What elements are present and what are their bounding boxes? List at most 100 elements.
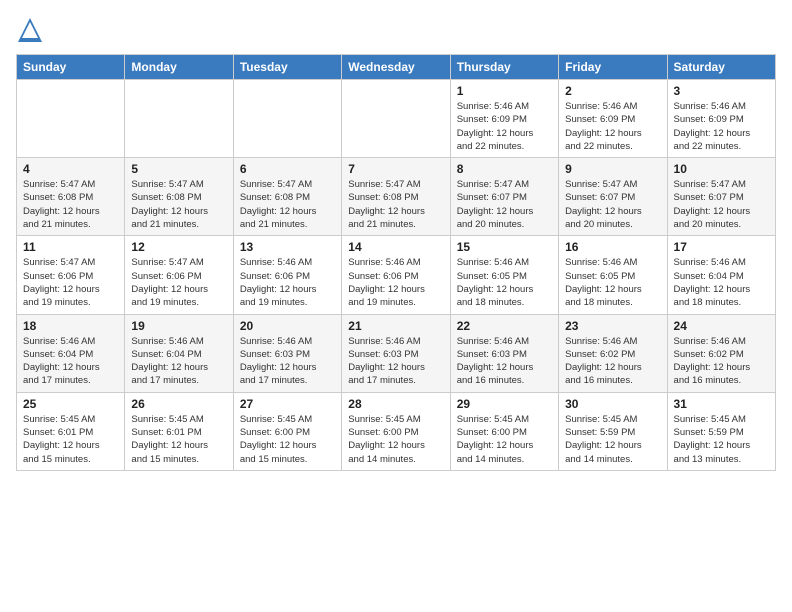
calendar-cell: 14 Sunrise: 5:46 AM Sunset: 6:06 PM Dayli… [342, 236, 450, 314]
cell-content: Sunrise: 5:46 AM Sunset: 6:04 PM Dayligh… [674, 256, 769, 309]
day-number: 31 [674, 397, 769, 411]
calendar-cell: 15 Sunrise: 5:46 AM Sunset: 6:05 PM Dayli… [450, 236, 558, 314]
calendar-cell [233, 80, 341, 158]
calendar-cell: 18 Sunrise: 5:46 AM Sunset: 6:04 PM Dayli… [17, 314, 125, 392]
calendar-week-3: 11 Sunrise: 5:47 AM Sunset: 6:06 PM Dayli… [17, 236, 776, 314]
cell-content: Sunrise: 5:45 AM Sunset: 6:01 PM Dayligh… [131, 413, 226, 466]
weekday-header-row: SundayMondayTuesdayWednesdayThursdayFrid… [17, 55, 776, 80]
day-number: 10 [674, 162, 769, 176]
day-number: 12 [131, 240, 226, 254]
day-number: 7 [348, 162, 443, 176]
cell-content: Sunrise: 5:46 AM Sunset: 6:09 PM Dayligh… [565, 100, 660, 153]
day-number: 18 [23, 319, 118, 333]
calendar-cell: 6Sunrise: 5:47 AM Sunset: 6:08 PM Daylig… [233, 158, 341, 236]
calendar-cell: 30 Sunrise: 5:45 AM Sunset: 5:59 PM Dayli… [559, 392, 667, 470]
cell-content: Sunrise: 5:46 AM Sunset: 6:02 PM Dayligh… [565, 335, 660, 388]
cell-content: Sunrise: 5:46 AM Sunset: 6:03 PM Dayligh… [348, 335, 443, 388]
day-number: 6 [240, 162, 335, 176]
cell-content: Sunrise: 5:46 AM Sunset: 6:06 PM Dayligh… [348, 256, 443, 309]
cell-content: Sunrise: 5:47 AM Sunset: 6:08 PM Dayligh… [348, 178, 443, 231]
weekday-header-saturday: Saturday [667, 55, 775, 80]
calendar-cell: 8Sunrise: 5:47 AM Sunset: 6:07 PM Daylig… [450, 158, 558, 236]
calendar-cell: 27 Sunrise: 5:45 AM Sunset: 6:00 PM Dayli… [233, 392, 341, 470]
calendar-table: SundayMondayTuesdayWednesdayThursdayFrid… [16, 54, 776, 471]
day-number: 13 [240, 240, 335, 254]
day-number: 22 [457, 319, 552, 333]
weekday-header-tuesday: Tuesday [233, 55, 341, 80]
calendar-cell: 26 Sunrise: 5:45 AM Sunset: 6:01 PM Dayli… [125, 392, 233, 470]
day-number: 16 [565, 240, 660, 254]
day-number: 25 [23, 397, 118, 411]
calendar-cell: 25Sunrise: 5:45 AM Sunset: 6:01 PM Dayli… [17, 392, 125, 470]
day-number: 4 [23, 162, 118, 176]
calendar-cell: 13 Sunrise: 5:46 AM Sunset: 6:06 PM Dayli… [233, 236, 341, 314]
calendar-cell: 23 Sunrise: 5:46 AM Sunset: 6:02 PM Dayli… [559, 314, 667, 392]
day-number: 17 [674, 240, 769, 254]
cell-content: Sunrise: 5:45 AM Sunset: 6:00 PM Dayligh… [348, 413, 443, 466]
cell-content: Sunrise: 5:46 AM Sunset: 6:02 PM Dayligh… [674, 335, 769, 388]
calendar-cell: 17 Sunrise: 5:46 AM Sunset: 6:04 PM Dayli… [667, 236, 775, 314]
day-number: 15 [457, 240, 552, 254]
calendar-cell: 24 Sunrise: 5:46 AM Sunset: 6:02 PM Dayli… [667, 314, 775, 392]
weekday-header-friday: Friday [559, 55, 667, 80]
day-number: 9 [565, 162, 660, 176]
calendar-cell [125, 80, 233, 158]
calendar-week-2: 4 Sunrise: 5:47 AM Sunset: 6:08 PM Daylig… [17, 158, 776, 236]
cell-content: Sunrise: 5:45 AM Sunset: 5:59 PM Dayligh… [565, 413, 660, 466]
calendar-cell: 1Sunrise: 5:46 AM Sunset: 6:09 PM Daylig… [450, 80, 558, 158]
day-number: 24 [674, 319, 769, 333]
day-number: 14 [348, 240, 443, 254]
cell-content: Sunrise: 5:47 AM Sunset: 6:07 PM Dayligh… [565, 178, 660, 231]
cell-content: Sunrise: 5:46 AM Sunset: 6:05 PM Dayligh… [565, 256, 660, 309]
calendar-cell: 29 Sunrise: 5:45 AM Sunset: 6:00 PM Dayli… [450, 392, 558, 470]
calendar-cell: 21 Sunrise: 5:46 AM Sunset: 6:03 PM Dayli… [342, 314, 450, 392]
calendar-cell: 10 Sunrise: 5:47 AM Sunset: 6:07 PM Dayli… [667, 158, 775, 236]
logo [16, 16, 48, 44]
day-number: 30 [565, 397, 660, 411]
day-number: 26 [131, 397, 226, 411]
calendar-cell: 7 Sunrise: 5:47 AM Sunset: 6:08 PM Daylig… [342, 158, 450, 236]
cell-content: Sunrise: 5:47 AM Sunset: 6:06 PM Dayligh… [23, 256, 118, 309]
cell-content: Sunrise: 5:46 AM Sunset: 6:05 PM Dayligh… [457, 256, 552, 309]
header [16, 16, 776, 44]
cell-content: Sunrise: 5:46 AM Sunset: 6:04 PM Dayligh… [23, 335, 118, 388]
calendar-cell [342, 80, 450, 158]
calendar-cell: 19 Sunrise: 5:46 AM Sunset: 6:04 PM Dayli… [125, 314, 233, 392]
calendar-cell: 16 Sunrise: 5:46 AM Sunset: 6:05 PM Dayli… [559, 236, 667, 314]
day-number: 21 [348, 319, 443, 333]
cell-content: Sunrise: 5:47 AM Sunset: 6:07 PM Dayligh… [674, 178, 769, 231]
cell-content: Sunrise: 5:46 AM Sunset: 6:09 PM Dayligh… [674, 100, 769, 153]
cell-content: Sunrise: 5:45 AM Sunset: 6:00 PM Dayligh… [457, 413, 552, 466]
calendar-cell [17, 80, 125, 158]
cell-content: Sunrise: 5:46 AM Sunset: 6:03 PM Dayligh… [457, 335, 552, 388]
cell-content: Sunrise: 5:47 AM Sunset: 6:06 PM Dayligh… [131, 256, 226, 309]
cell-content: Sunrise: 5:45 AM Sunset: 5:59 PM Dayligh… [674, 413, 769, 466]
cell-content: Sunrise: 5:46 AM Sunset: 6:09 PM Dayligh… [457, 100, 552, 153]
calendar-cell: 4 Sunrise: 5:47 AM Sunset: 6:08 PM Daylig… [17, 158, 125, 236]
cell-content: Sunrise: 5:45 AM Sunset: 6:00 PM Dayligh… [240, 413, 335, 466]
logo-icon [16, 16, 44, 44]
day-number: 3 [674, 84, 769, 98]
day-number: 27 [240, 397, 335, 411]
calendar-week-1: 1Sunrise: 5:46 AM Sunset: 6:09 PM Daylig… [17, 80, 776, 158]
day-number: 19 [131, 319, 226, 333]
day-number: 28 [348, 397, 443, 411]
cell-content: Sunrise: 5:47 AM Sunset: 6:08 PM Dayligh… [131, 178, 226, 231]
calendar-body: 1Sunrise: 5:46 AM Sunset: 6:09 PM Daylig… [17, 80, 776, 471]
cell-content: Sunrise: 5:46 AM Sunset: 6:04 PM Dayligh… [131, 335, 226, 388]
calendar-week-4: 18 Sunrise: 5:46 AM Sunset: 6:04 PM Dayli… [17, 314, 776, 392]
cell-content: Sunrise: 5:46 AM Sunset: 6:03 PM Dayligh… [240, 335, 335, 388]
calendar-week-5: 25 Sunrise: 5:45 AM Sunset: 6:01 PM Dayli… [17, 392, 776, 470]
calendar-cell: 31 Sunrise: 5:45 AM Sunset: 5:59 PM Dayli… [667, 392, 775, 470]
cell-content: Sunrise: 5:47 AM Sunset: 6:08 PM Dayligh… [23, 178, 118, 231]
weekday-header-wednesday: Wednesday [342, 55, 450, 80]
weekday-header-sunday: Sunday [17, 55, 125, 80]
weekday-header-thursday: Thursday [450, 55, 558, 80]
day-number: 29 [457, 397, 552, 411]
day-number: 23 [565, 319, 660, 333]
cell-content: Sunrise: 5:46 AM Sunset: 6:06 PM Dayligh… [240, 256, 335, 309]
calendar-cell: 3 Sunrise: 5:46 AM Sunset: 6:09 PM Daylig… [667, 80, 775, 158]
day-number: 11 [23, 240, 118, 254]
calendar-cell: 22 Sunrise: 5:46 AM Sunset: 6:03 PM Dayli… [450, 314, 558, 392]
calendar-cell: 20Sunrise: 5:46 AM Sunset: 6:03 PM Dayli… [233, 314, 341, 392]
